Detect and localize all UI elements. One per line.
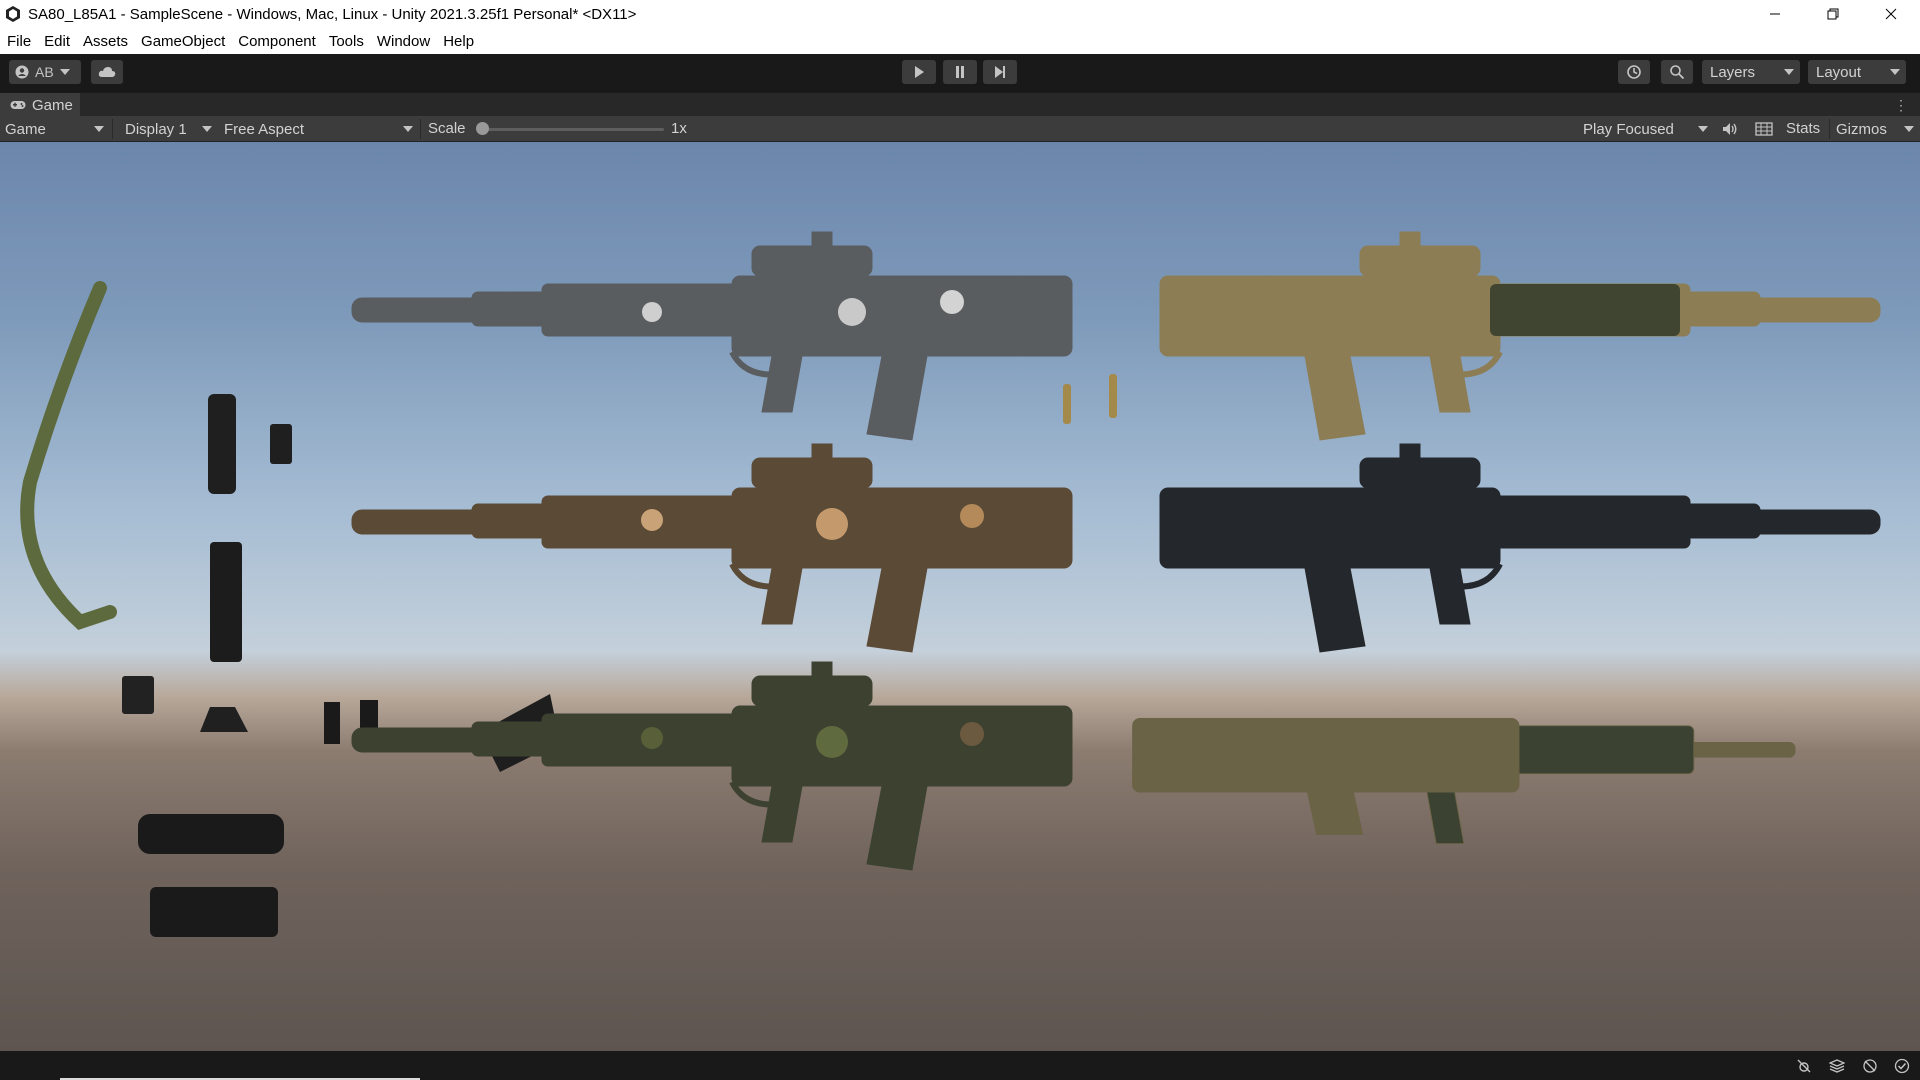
close-icon (1885, 8, 1897, 20)
debug-icon[interactable] (1796, 1058, 1812, 1074)
chevron-down-icon (59, 69, 70, 75)
restore-icon (1827, 8, 1839, 20)
play-button[interactable] (902, 60, 936, 84)
game-view-toolbar: Game Display 1 Free Aspect Scale 1x Play… (0, 116, 1920, 142)
layers-icon[interactable] (1829, 1058, 1845, 1074)
menu-window[interactable]: Window (370, 33, 436, 50)
sight-mount (122, 676, 154, 714)
flashlight (208, 394, 236, 494)
menu-help[interactable]: Help (436, 33, 480, 50)
speaker-icon (1723, 123, 1737, 135)
check-icon[interactable] (1894, 1058, 1910, 1074)
step-icon (995, 66, 1005, 78)
scale-value: 1x (671, 120, 687, 137)
chevron-down-icon (1890, 69, 1900, 75)
play-icon (915, 66, 924, 78)
history-icon (1627, 65, 1641, 79)
menu-bar: File Edit Assets GameObject Component To… (0, 28, 1920, 54)
carry-handle (150, 887, 278, 937)
layout-dropdown[interactable]: Layout (1808, 60, 1906, 84)
scale-label: Scale (428, 120, 466, 137)
chevron-down-icon (1904, 126, 1914, 132)
more-options-icon[interactable]: ⋮ (1894, 97, 1908, 114)
pause-button[interactable] (943, 60, 977, 84)
divider (112, 119, 113, 139)
scene-render (20, 142, 1920, 937)
game-viewport[interactable] (0, 142, 1920, 1051)
restore-button[interactable] (1804, 0, 1862, 28)
stats-button[interactable]: Stats (1786, 120, 1820, 137)
layers-dropdown[interactable]: Layers (1702, 60, 1800, 84)
divider (420, 119, 421, 139)
red-dot-sight (200, 707, 248, 732)
display-select-value: Display 1 (125, 120, 187, 138)
rifle-woodland-camo (352, 662, 1072, 870)
account-label: AB (35, 64, 54, 80)
chevron-down-icon (403, 126, 413, 132)
divider (1829, 119, 1830, 139)
cartridge-2 (1109, 374, 1117, 418)
view-select[interactable]: Game (0, 116, 110, 142)
tab-game[interactable]: Game (0, 93, 80, 117)
step-button[interactable] (983, 60, 1017, 84)
undo-history-button[interactable] (1618, 60, 1650, 84)
search-icon (1670, 65, 1685, 80)
rifle-olive-carbine (1132, 718, 1796, 845)
rifle-black (1160, 444, 1880, 652)
mute-audio-button[interactable] (1722, 121, 1738, 141)
view-select-value: Game (5, 120, 46, 138)
grid-icon (1755, 122, 1773, 136)
rail-cover-1 (324, 702, 340, 744)
scale-slider[interactable] (482, 128, 664, 131)
scale-slider-handle[interactable] (476, 122, 489, 135)
cache-server-icon[interactable] (1862, 1058, 1878, 1074)
chevron-down-icon (1784, 69, 1794, 75)
menu-gameobject[interactable]: GameObject (134, 33, 231, 50)
rifle-tan (1160, 232, 1880, 440)
pause-icon (956, 66, 964, 78)
minimize-icon (1770, 13, 1780, 15)
display-select[interactable]: Display 1 (120, 116, 218, 142)
cloud-button[interactable] (91, 60, 123, 84)
grid-toggle-button[interactable] (1755, 121, 1773, 141)
play-mode-select[interactable]: Play Focused (1578, 116, 1714, 142)
gamepad-icon (10, 101, 26, 109)
aspect-select[interactable]: Free Aspect (219, 116, 419, 142)
suppressor (210, 542, 242, 662)
search-button[interactable] (1661, 60, 1693, 84)
rifle-arctic-camo (352, 232, 1072, 440)
account-dropdown[interactable]: AB (9, 60, 81, 84)
unity-logo-icon (6, 6, 20, 22)
menu-file[interactable]: File (0, 33, 37, 50)
rifle-desert-camo (352, 444, 1072, 652)
battery-pack (270, 424, 292, 464)
menu-edit[interactable]: Edit (37, 33, 76, 50)
account-icon (15, 65, 29, 79)
close-button[interactable] (1862, 0, 1920, 28)
minimize-button[interactable] (1746, 0, 1804, 28)
gizmos-dropdown[interactable]: Gizmos (1831, 116, 1920, 142)
title-bar: SA80_L85A1 - SampleScene - Windows, Mac,… (0, 0, 1920, 28)
cloud-icon (98, 67, 116, 77)
status-bar (0, 1051, 1920, 1080)
menu-tools[interactable]: Tools (322, 33, 370, 50)
chevron-down-icon (1698, 126, 1708, 132)
chevron-down-icon (202, 126, 212, 132)
menu-assets[interactable]: Assets (76, 33, 134, 50)
window-title: SA80_L85A1 - SampleScene - Windows, Mac,… (28, 5, 637, 23)
gizmos-label: Gizmos (1836, 120, 1887, 138)
tab-strip: Game ⋮ (0, 92, 1920, 117)
play-mode-value: Play Focused (1583, 120, 1674, 138)
layout-label: Layout (1816, 63, 1862, 81)
tab-game-label: Game (32, 96, 73, 114)
chevron-down-icon (94, 126, 104, 132)
menu-component[interactable]: Component (231, 33, 322, 50)
sling (20, 281, 117, 630)
aspect-select-value: Free Aspect (224, 120, 305, 138)
scope (138, 814, 284, 854)
main-toolbar: AB Layers Layout (0, 54, 1920, 92)
layers-label: Layers (1710, 63, 1756, 81)
cartridge-1 (1063, 384, 1071, 424)
